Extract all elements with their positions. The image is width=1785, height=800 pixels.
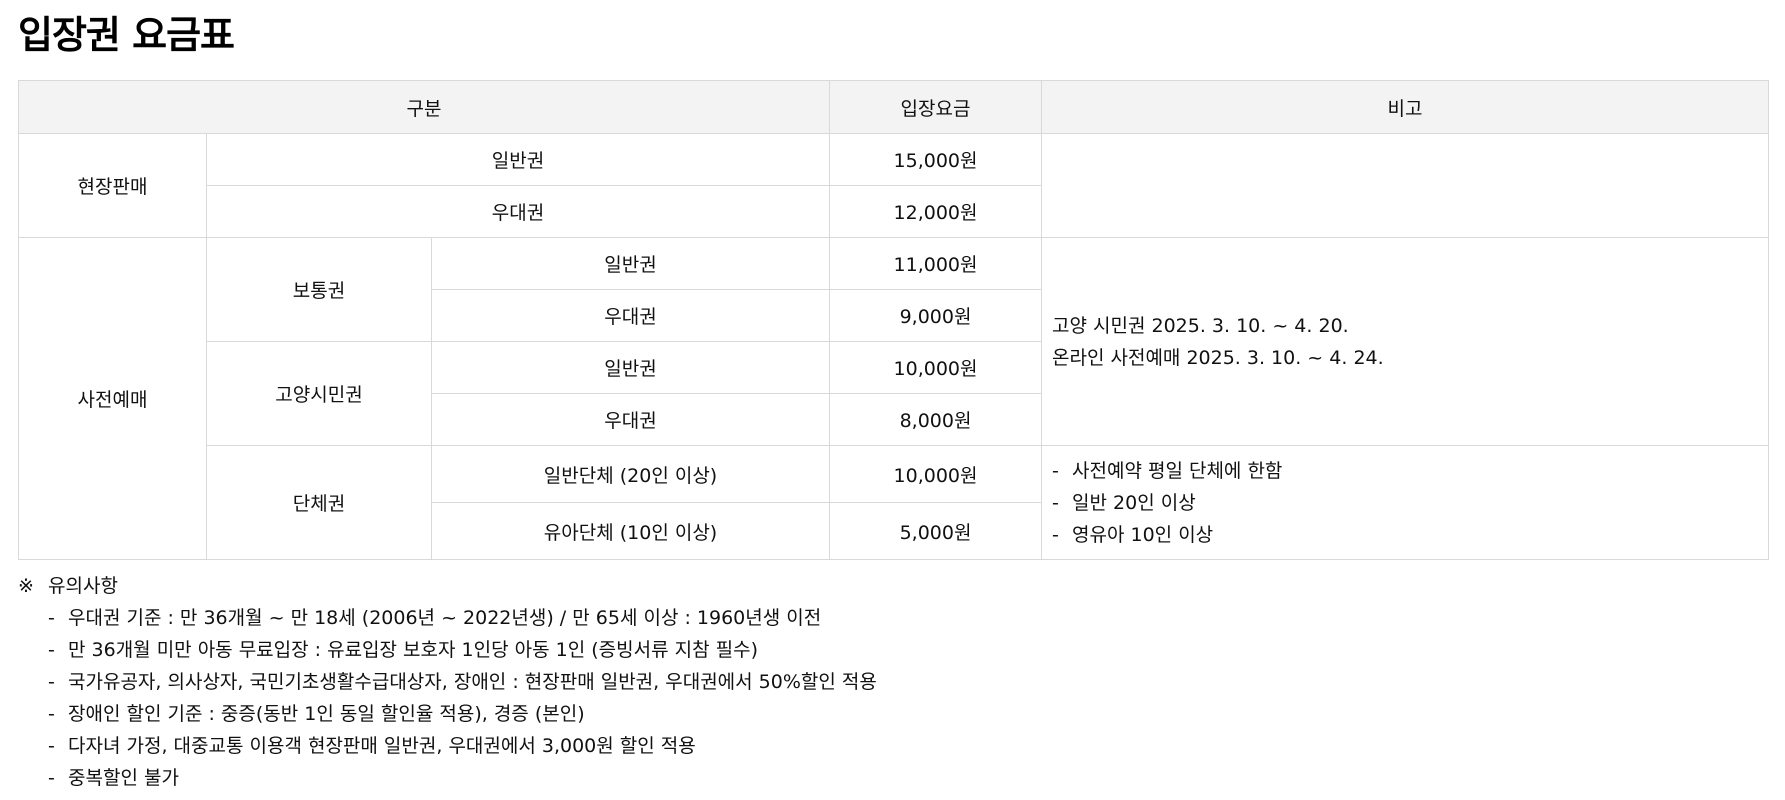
group-remark-general: 일반 20인 이상 (1052, 487, 1768, 519)
header-price: 입장요금 (829, 80, 1043, 134)
list-item: 장애인 할인 기준 : 중증(동반 1인 동일 할인율 적용), 경증 (본인) (48, 698, 877, 730)
group-label: 단체권 (206, 445, 432, 560)
regular-label: 보통권 (206, 237, 432, 342)
advance-remark-citizen: 고양 시민권 2025. 3. 10. ~ 4. 20. (1052, 314, 1349, 337)
header-category: 구분 (17, 80, 831, 134)
page-title: 입장권 요금표 (18, 13, 235, 57)
advance-remarks-cell: 고양 시민권 2025. 3. 10. ~ 4. 20. 온라인 사전예매 20… (1041, 237, 1770, 446)
onsite-label: 현장판매 (18, 133, 207, 238)
list-item: 우대권 기준 : 만 36개월 ~ 만 18세 (2006년 ~ 2022년생)… (48, 602, 877, 634)
table-row: 현장판매 일반권 15,000원 (18, 133, 1770, 238)
notice-title: 유의사항 (48, 575, 118, 597)
citizen-general-label: 일반권 (430, 341, 831, 394)
table-header-row: 구분 입장요금 비고 (17, 80, 1770, 134)
group-remark-weekday: 사전예약 평일 단체에 한함 (1052, 455, 1768, 487)
regular-discount-label: 우대권 (430, 289, 831, 342)
onsite-discount-label: 우대권 (205, 185, 831, 238)
onsite-remarks-cell (1041, 133, 1770, 238)
advance-remark-online: 온라인 사전예매 2025. 3. 10. ~ 4. 24. (1052, 346, 1384, 369)
list-item: 다자녀 가정, 대중교통 이용객 현장판매 일반권, 우대권에서 3,000원 … (48, 730, 877, 762)
list-item: 중복할인 불가 (48, 762, 877, 794)
citizen-discount-price: 8,000원 (829, 393, 1043, 446)
list-item: 만 36개월 미만 아동 무료입장 : 유료입장 보호자 1인당 아동 1인 (… (48, 634, 877, 666)
group-child-label: 유아단체 (10인 이상) (430, 502, 831, 560)
onsite-general-price: 15,000원 (829, 133, 1043, 186)
table-row: 단체권 일반단체 (20인 이상) 10,000원 사전예약 평일 단체에 한함… (19, 445, 1770, 560)
group-child-price: 5,000원 (829, 502, 1043, 560)
notice-section: ※ 유의사항 우대권 기준 : 만 36개월 ~ 만 18세 (2006년 ~ 2… (18, 570, 877, 794)
notice-list: 우대권 기준 : 만 36개월 ~ 만 18세 (2006년 ~ 2022년생)… (18, 602, 877, 794)
group-remark-infant: 영유아 10인 이상 (1052, 519, 1768, 551)
regular-general-price: 11,000원 (829, 237, 1043, 290)
fee-table: 구분 입장요금 비고 현장판매 일반권 15,000원 우대권 12,000원 … (17, 80, 1770, 560)
onsite-general-label: 일반권 (205, 133, 831, 186)
group-general-price: 10,000원 (829, 445, 1043, 503)
regular-discount-price: 9,000원 (829, 289, 1043, 342)
list-item: 국가유공자, 의사상자, 국민기초생활수급대상자, 장애인 : 현장판매 일반권… (48, 666, 877, 698)
regular-general-label: 일반권 (430, 237, 831, 290)
group-remarks-cell: 사전예약 평일 단체에 한함 일반 20인 이상 영유아 10인 이상 (1041, 445, 1770, 560)
onsite-discount-price: 12,000원 (829, 185, 1043, 238)
table-row: 사전예매 보통권 일반권 11,000원 고양 시민권 2025. 3. 10.… (18, 237, 1770, 560)
citizen-label: 고양시민권 (206, 341, 432, 446)
citizen-discount-label: 우대권 (430, 393, 831, 446)
notice-heading: ※ 유의사항 (18, 570, 877, 602)
group-general-label: 일반단체 (20인 이상) (430, 445, 831, 503)
reference-mark-icon: ※ (18, 575, 34, 597)
header-remarks: 비고 (1041, 80, 1770, 134)
advance-label: 사전예매 (18, 237, 207, 560)
citizen-general-price: 10,000원 (829, 341, 1043, 394)
